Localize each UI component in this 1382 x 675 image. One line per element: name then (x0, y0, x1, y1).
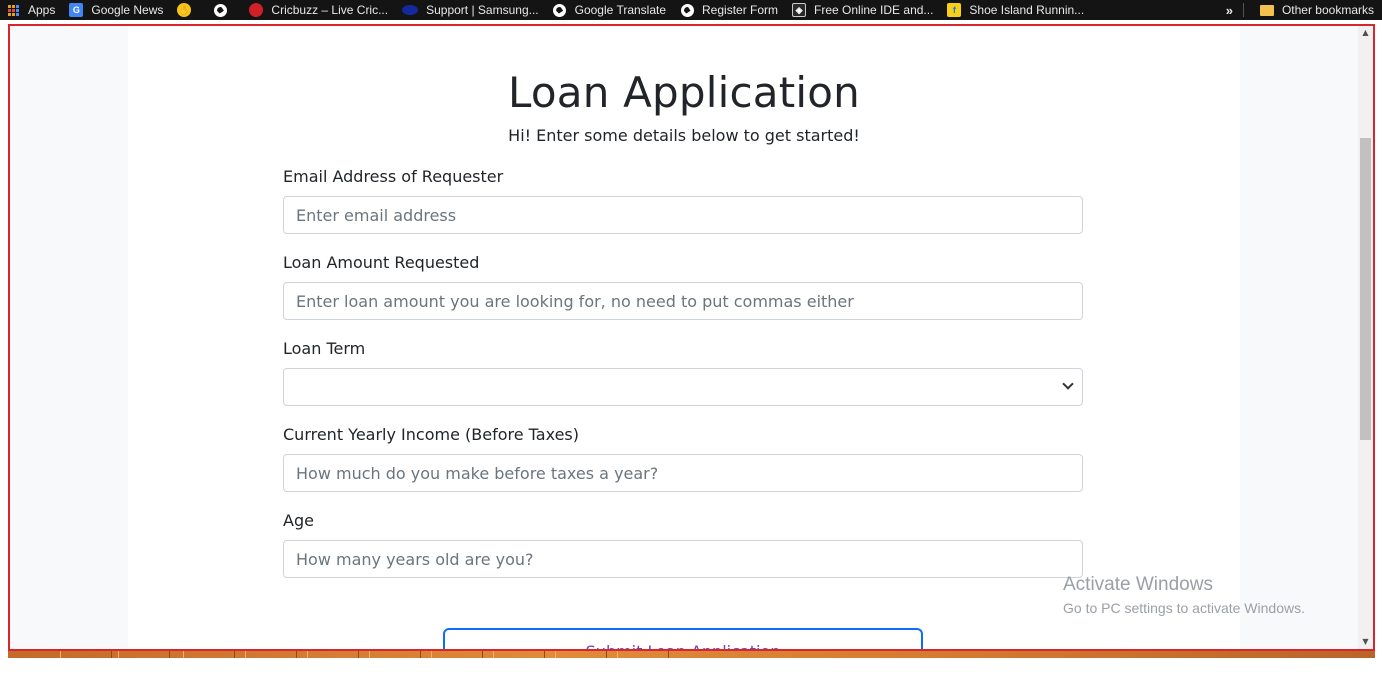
bookmark-label: Free Online IDE and... (814, 3, 934, 17)
samsung-icon (402, 5, 419, 15)
scroll-thumb[interactable] (1360, 138, 1371, 440)
bookmark-label: Other bookmarks (1281, 3, 1374, 17)
taskbar-item[interactable] (493, 651, 545, 658)
bookmark-label: Support | Samsung... (426, 3, 539, 17)
bookmark-samsung[interactable]: Support | Samsung... (396, 0, 547, 20)
loan-term-select[interactable] (283, 368, 1083, 406)
folder-icon (1259, 4, 1274, 16)
taskbar-item[interactable] (307, 651, 359, 658)
bookmark-google-translate[interactable]: Google Translate (547, 0, 674, 20)
google-news-icon: G (69, 3, 84, 17)
email-field[interactable] (283, 196, 1083, 234)
submit-button[interactable]: Submit Loan Application (443, 628, 923, 649)
flipkart-icon: f (947, 3, 962, 17)
bookmark-label: Shoe Island Runnin... (969, 3, 1085, 17)
taskbar-item[interactable] (617, 651, 669, 658)
loan-term-label: Loan Term (283, 339, 366, 358)
email-label: Email Address of Requester (283, 167, 504, 186)
bookmark-cricbuzz[interactable]: Cricbuzz – Live Cric... (243, 0, 396, 20)
taskbar-item[interactable] (431, 651, 483, 658)
bookmark-label: Cricbuzz – Live Cric... (271, 3, 389, 17)
age-label: Age (283, 511, 314, 530)
bookmark-register-form[interactable]: Register Form (674, 0, 786, 20)
ide-icon: ◈ (792, 3, 807, 17)
globe-icon (680, 3, 694, 17)
loan-amount-label: Loan Amount Requested (283, 253, 480, 272)
bookmark-label: Apps (28, 3, 56, 17)
scroll-up-arrow-icon[interactable]: ▲ (1358, 26, 1373, 40)
age-field[interactable] (283, 540, 1083, 578)
page-subtitle: Hi! Enter some details below to get star… (508, 126, 860, 145)
bookmark-globe[interactable] (207, 0, 243, 20)
taskbar (0, 651, 1382, 675)
watermark-text: Go to PC settings to activate Windows. (1063, 600, 1305, 616)
bookmarks-right: » Other bookmarks (1216, 0, 1382, 20)
page-viewport: Loan Application Hi! Enter some details … (8, 24, 1375, 651)
taskbar-item[interactable] (555, 651, 607, 658)
chevron-down-icon (1062, 378, 1074, 390)
watermark-title: Activate Windows (1063, 574, 1213, 595)
taskbar-item[interactable] (369, 651, 421, 658)
income-label: Current Yearly Income (Before Taxes) (283, 425, 579, 444)
globe-icon (553, 3, 567, 17)
bookmark-apps[interactable]: Apps (0, 0, 63, 20)
bookmark-label: Google Translate (574, 3, 667, 17)
bookmark-hand[interactable]: ✋ (171, 0, 207, 20)
bookmark-label: Register Form (702, 3, 779, 17)
loan-amount-field[interactable] (283, 282, 1083, 320)
bookmark-label: Google News (91, 3, 164, 17)
taskbar-item[interactable] (245, 651, 297, 658)
globe-icon (213, 3, 227, 17)
taskbar-item[interactable] (118, 651, 170, 658)
taskbar-item[interactable] (183, 651, 235, 658)
bookmark-shoe-island[interactable]: f Shoe Island Runnin... (941, 0, 1092, 20)
cricbuzz-icon (249, 3, 264, 17)
taskbar-strip (8, 651, 1375, 658)
bookmark-free-ide[interactable]: ◈ Free Online IDE and... (786, 0, 941, 20)
bookmark-google-news[interactable]: G Google News (63, 0, 171, 20)
activate-windows-watermark: Activate Windows Go to PC settings to ac… (1063, 574, 1305, 616)
income-field[interactable] (283, 454, 1083, 492)
apps-grid-icon (6, 3, 20, 17)
scrollbar[interactable]: ▲ ▼ (1358, 26, 1373, 649)
taskbar-item[interactable] (60, 651, 112, 658)
hand-icon: ✋ (177, 3, 192, 17)
page-title: Loan Application (508, 68, 860, 117)
bookmarks-overflow-button[interactable]: » (1216, 3, 1243, 18)
bookmarks-bar: Apps G Google News ✋ Cricbuzz – Live Cri… (0, 0, 1382, 20)
scroll-down-arrow-icon[interactable]: ▼ (1358, 635, 1373, 649)
divider (1242, 3, 1244, 17)
form-card: Loan Application Hi! Enter some details … (128, 26, 1240, 649)
bookmark-other[interactable]: Other bookmarks (1254, 0, 1382, 20)
